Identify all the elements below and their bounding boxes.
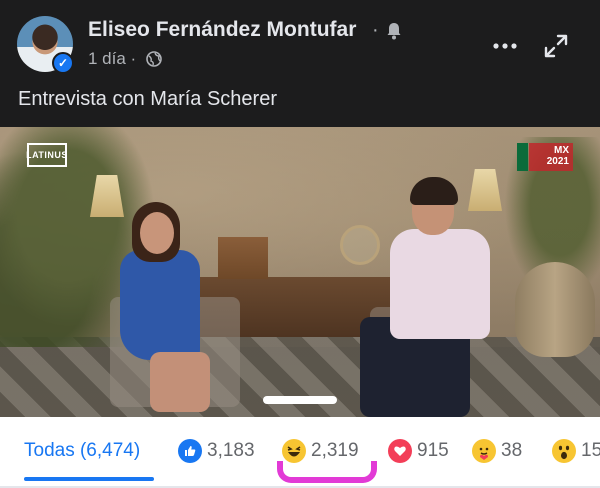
care-count: 38 — [501, 440, 523, 461]
verified-badge-icon: ✓ — [52, 52, 74, 74]
hugging-face-icon — [472, 439, 496, 463]
love-count: 915 — [417, 440, 449, 461]
bell-icon[interactable] — [386, 22, 402, 40]
like-count: 3,183 — [207, 440, 255, 461]
post-time[interactable]: 1 día · — [88, 49, 136, 69]
tab-love[interactable]: 915 — [388, 437, 449, 465]
desk-boxes — [218, 237, 268, 279]
highlight-annotation — [277, 461, 377, 483]
event-logo: MX 2021 — [517, 143, 573, 171]
surprised-face-icon — [552, 439, 576, 463]
time-separator: · — [130, 49, 137, 68]
tab-like[interactable]: 3,183 — [178, 437, 255, 465]
globe-icon — [146, 51, 162, 67]
video-player[interactable] — [0, 127, 600, 417]
tab-care[interactable]: 38 — [472, 437, 522, 465]
thumbs-up-icon — [178, 439, 202, 463]
pot-right — [515, 262, 595, 357]
more-options-icon[interactable] — [492, 36, 518, 56]
haha-count: 2,319 — [311, 440, 359, 461]
tab-wow[interactable]: 15 — [552, 437, 600, 465]
author-name[interactable]: Eliseo Fernández Montufar — [88, 18, 356, 42]
video-floor — [0, 337, 600, 417]
post-text: Entrevista con María Scherer — [18, 88, 277, 110]
wow-count: 15 — [581, 440, 600, 461]
event-logo-line1: MX — [554, 145, 569, 156]
interviewee-figure — [350, 177, 500, 417]
post-time-label: 1 día — [88, 49, 126, 68]
interviewer-figure — [110, 202, 220, 417]
expand-icon[interactable] — [543, 33, 569, 59]
heart-icon — [388, 439, 412, 463]
tab-all-reactions[interactable]: Todas (6,474) — [24, 440, 140, 462]
active-tab-indicator — [24, 477, 154, 481]
channel-logo: LATINUS — [26, 143, 67, 167]
video-scrubber[interactable] — [263, 396, 337, 404]
laughing-face-icon — [282, 439, 306, 463]
event-logo-line2: 2021 — [546, 156, 569, 167]
name-separator: · — [372, 19, 379, 41]
